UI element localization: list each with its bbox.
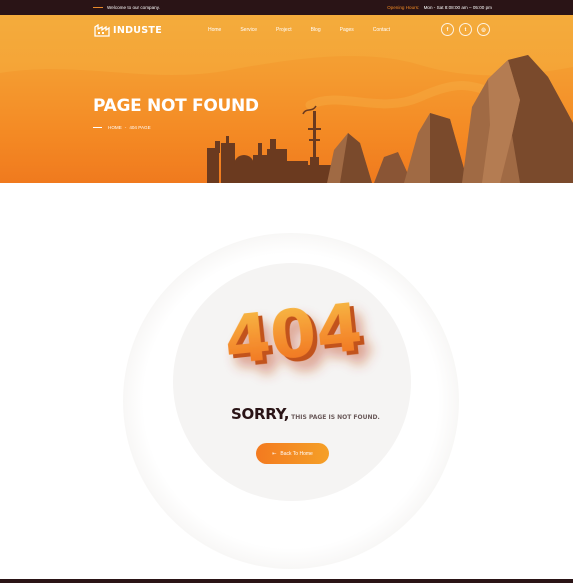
breadcrumb-home[interactable]: HOME	[108, 125, 122, 130]
industrial-landscape-illustration	[0, 15, 573, 183]
opening-hours-value: Mon - Sat 8:08:00 am – 05:00 pm	[423, 5, 492, 10]
error-headline: SORRY,	[231, 405, 290, 423]
breadcrumb-current: 404 PAGE	[129, 125, 151, 130]
opening-hours-label: Opening Hours:	[387, 5, 420, 10]
back-to-home-label: Back To Home	[280, 450, 313, 457]
facebook-icon[interactable]: f	[441, 23, 454, 36]
back-to-home-button[interactable]: ⇤ Back To Home	[256, 443, 329, 464]
nav-item-contact[interactable]: Contact	[373, 27, 390, 33]
nav-item-project[interactable]: Project	[276, 27, 292, 33]
footer-strip	[0, 579, 573, 583]
social-links: f t ◎	[441, 23, 490, 36]
breadcrumb: HOME - 404 PAGE	[93, 125, 151, 130]
nav-item-service[interactable]: Service	[240, 27, 257, 33]
error-message: SORRY, THIS PAGE IS NOT FOUND.	[231, 405, 380, 423]
nav-item-blog[interactable]: Blog	[311, 27, 321, 33]
breadcrumb-dash	[93, 127, 102, 128]
welcome-text: Welcome to our company.	[107, 5, 160, 10]
opening-hours: Opening Hours: Mon - Sat 8:08:00 am – 05…	[387, 5, 492, 10]
nav-item-pages[interactable]: Pages	[340, 27, 354, 33]
instagram-icon[interactable]: ◎	[477, 23, 490, 36]
main-nav: Home Service Project Blog Pages Contact	[208, 27, 409, 33]
twitter-icon[interactable]: t	[459, 23, 472, 36]
page-title: PAGE NOT FOUND	[93, 96, 259, 116]
error-code-graphic: 404 404	[221, 289, 370, 384]
hero-banner: INDUSTE Home Service Project Blog Pages …	[0, 15, 573, 183]
welcome-message: Welcome to our company.	[93, 5, 160, 10]
logo-text: INDUSTE	[113, 25, 162, 36]
error-subtext: THIS PAGE IS NOT FOUND.	[291, 414, 380, 421]
welcome-dash	[93, 7, 103, 8]
error-code: 404	[221, 289, 366, 380]
breadcrumb-separator: -	[124, 125, 127, 130]
nav-item-home[interactable]: Home	[208, 27, 221, 33]
logo[interactable]: INDUSTE	[94, 24, 162, 37]
top-bar: Welcome to our company. Opening Hours: M…	[0, 0, 573, 15]
factory-logo-icon	[94, 24, 110, 37]
arrow-left-icon: ⇤	[272, 450, 277, 457]
